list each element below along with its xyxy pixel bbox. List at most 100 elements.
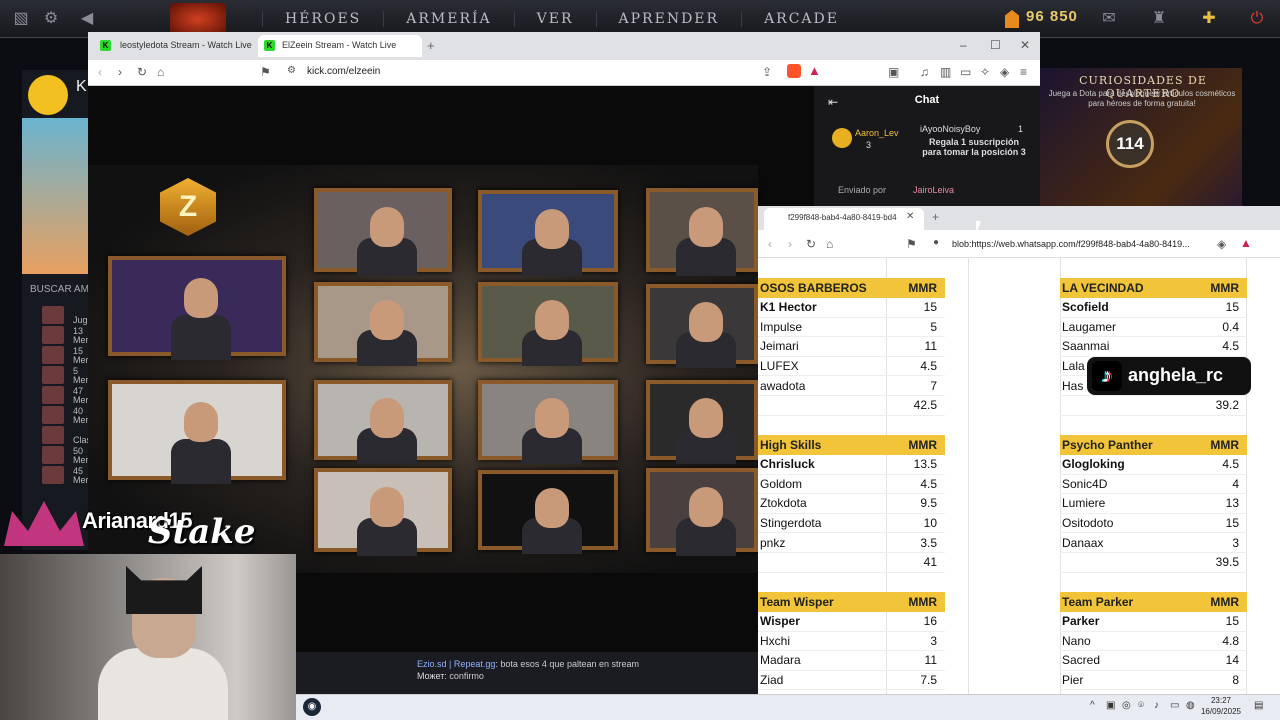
volume-icon[interactable]: ♪	[1154, 700, 1159, 711]
reload-icon[interactable]: ↻	[806, 237, 816, 251]
sidebar-icon[interactable]: ▥	[940, 65, 951, 79]
nav-ver[interactable]: VER	[513, 11, 596, 27]
maximize-icon[interactable]: ☐	[990, 38, 1001, 52]
friend-avatar[interactable]	[42, 326, 64, 344]
minimize-icon[interactable]: –	[960, 38, 967, 52]
extensions-icon[interactable]: ▣	[888, 65, 899, 79]
tab-elzeein[interactable]: ElZeein Stream - Watch Live	[258, 35, 422, 57]
brave-rewards-icon[interactable]: ▲	[808, 63, 821, 78]
reload-icon[interactable]: ↻	[137, 65, 147, 79]
home-icon[interactable]: ⌂	[826, 237, 833, 251]
url-field[interactable]: kick.com/elzeein	[307, 66, 380, 77]
player-mmr: 11	[924, 339, 937, 354]
tray-app-icon[interactable]: ▣	[1106, 700, 1115, 711]
player-camera	[646, 380, 758, 464]
team-table: OSOS BARBEROS MMR K1 Hector 15 Impulse 5 Jeima…	[758, 278, 945, 416]
overlay-message: : bota esos 4 que paltean en stream	[495, 659, 639, 669]
profile-avatar[interactable]	[28, 75, 68, 115]
grid-line	[968, 258, 969, 694]
site-info-icon[interactable]: ⚙	[287, 65, 296, 76]
nav-heroes[interactable]: HÉROES	[262, 11, 383, 27]
ai-icon[interactable]: ✧	[980, 65, 990, 79]
steam-icon[interactable]: ◉	[303, 698, 321, 716]
player-name: Ositodoto	[1062, 516, 1114, 531]
player-mmr: 14	[1225, 653, 1239, 668]
mail-icon[interactable]: ✉	[1098, 8, 1120, 30]
brave-shield-icon[interactable]: ◈	[1217, 237, 1226, 251]
tray-display-icon[interactable]: ▭	[1170, 700, 1179, 711]
streamer-body	[98, 648, 228, 720]
sent-by-user[interactable]: JairoLeiva	[913, 185, 954, 195]
new-tab-button[interactable]: +	[932, 210, 939, 224]
forward-icon[interactable]: ›	[788, 237, 792, 251]
player-row: Ziad 7.5	[758, 671, 945, 691]
tray-chevron-icon[interactable]: ^	[1090, 700, 1095, 711]
wallet-icon[interactable]: ▭	[960, 65, 971, 79]
player-name: Lala	[1062, 359, 1085, 374]
player-mmr: 3	[930, 633, 937, 648]
player-name: K1 Hector	[760, 300, 817, 315]
bookmark-icon[interactable]: ⚑	[906, 237, 917, 251]
forward-icon[interactable]: ›	[118, 65, 122, 79]
friend-avatar[interactable]	[42, 466, 64, 484]
brave-shield-icon[interactable]	[787, 64, 801, 78]
back-arrow-icon[interactable]: ◀	[76, 8, 98, 30]
player-row: Madara 11	[758, 651, 945, 671]
nav-arcade[interactable]: ARCADE	[741, 11, 861, 27]
close-tab-icon[interactable]: ✕	[906, 211, 914, 222]
quartero-count: 114	[1106, 120, 1154, 168]
chat-user[interactable]: Aaron_Lev	[855, 128, 899, 138]
plus-icon[interactable]: ✚	[1198, 8, 1220, 30]
chat-user[interactable]: iAyooNoisyBoy	[920, 124, 980, 134]
player-camera	[108, 380, 286, 484]
friend-avatar[interactable]	[42, 446, 64, 464]
back-icon[interactable]: ‹	[98, 65, 102, 79]
event-banner[interactable]	[22, 118, 88, 274]
tab-leostyledota[interactable]: leostyledota Stream - Watch Live	[96, 35, 256, 57]
player-name: Laugamer	[1062, 319, 1117, 334]
gift-message: Regala 1 suscripción para tomar la posic…	[922, 137, 1026, 157]
team-header: LA VECINDAD MMR	[1060, 278, 1247, 298]
power-icon[interactable]: ⏻	[1246, 8, 1268, 30]
dota-home-icon[interactable]: ▧	[10, 8, 32, 30]
player-name: Sacred	[1062, 653, 1101, 668]
url-field[interactable]: blob:https://web.whatsapp.com/f299f848-b…	[952, 239, 1190, 249]
home-icon[interactable]: ⌂	[157, 65, 164, 79]
music-icon[interactable]: ♫	[920, 65, 929, 79]
brave-rewards-icon[interactable]: ▲	[1240, 236, 1252, 250]
team-header: Team Parker MMR	[1060, 592, 1247, 612]
player-name: Sonic4D	[1062, 476, 1108, 491]
friend-avatar[interactable]	[42, 306, 64, 324]
friend-avatar[interactable]	[42, 346, 64, 364]
tray-steam-icon[interactable]: ◎	[1122, 700, 1131, 711]
friend-avatar[interactable]	[42, 386, 64, 404]
nav-armeria[interactable]: ARMERÍA	[383, 11, 513, 27]
friend-avatar[interactable]	[42, 406, 64, 424]
back-icon[interactable]: ‹	[768, 237, 772, 251]
dota-logo[interactable]	[170, 3, 226, 35]
share-icon[interactable]: ⇪	[762, 65, 772, 79]
nav-aprender[interactable]: APRENDER	[595, 11, 742, 27]
team-table: High Skills MMR Chrisluck 13.5 Goldom 4.5 Ztok…	[758, 435, 945, 573]
player-mmr: 7	[930, 378, 937, 393]
tab-blob[interactable]: f299f848-bab4-4a80-8419-bd4	[764, 208, 924, 230]
total-row: 39.5	[1060, 553, 1247, 573]
notifications-icon[interactable]: ▤	[1254, 700, 1263, 711]
armory-icon[interactable]: ♜	[1148, 8, 1170, 30]
new-tab-button[interactable]: +	[427, 38, 435, 53]
tab-label: ElZeein Stream - Watch Live	[282, 40, 397, 50]
player-mmr: 4.5	[920, 476, 937, 491]
clock[interactable]: 23:27 16/09/2025	[1196, 695, 1246, 717]
overlay-chat-line: Ezio.sd | Repeat.gg: bota esos 4 que pal…	[417, 659, 639, 669]
site-info-icon[interactable]: ●	[933, 237, 939, 248]
menu-icon[interactable]: ≡	[1020, 65, 1027, 79]
tray-power-icon[interactable]: ◍	[1186, 700, 1195, 711]
close-icon[interactable]: ✕	[1020, 38, 1030, 52]
friend-avatar[interactable]	[42, 366, 64, 384]
tray-network-icon[interactable]: ⌾	[1138, 700, 1144, 711]
gear-icon[interactable]: ⚙	[40, 8, 62, 30]
bookmark-icon[interactable]: ⚑	[260, 65, 271, 79]
vpn-icon[interactable]: ◈	[1000, 65, 1009, 79]
mouse-cursor	[976, 221, 986, 235]
friend-avatar[interactable]	[42, 426, 64, 444]
